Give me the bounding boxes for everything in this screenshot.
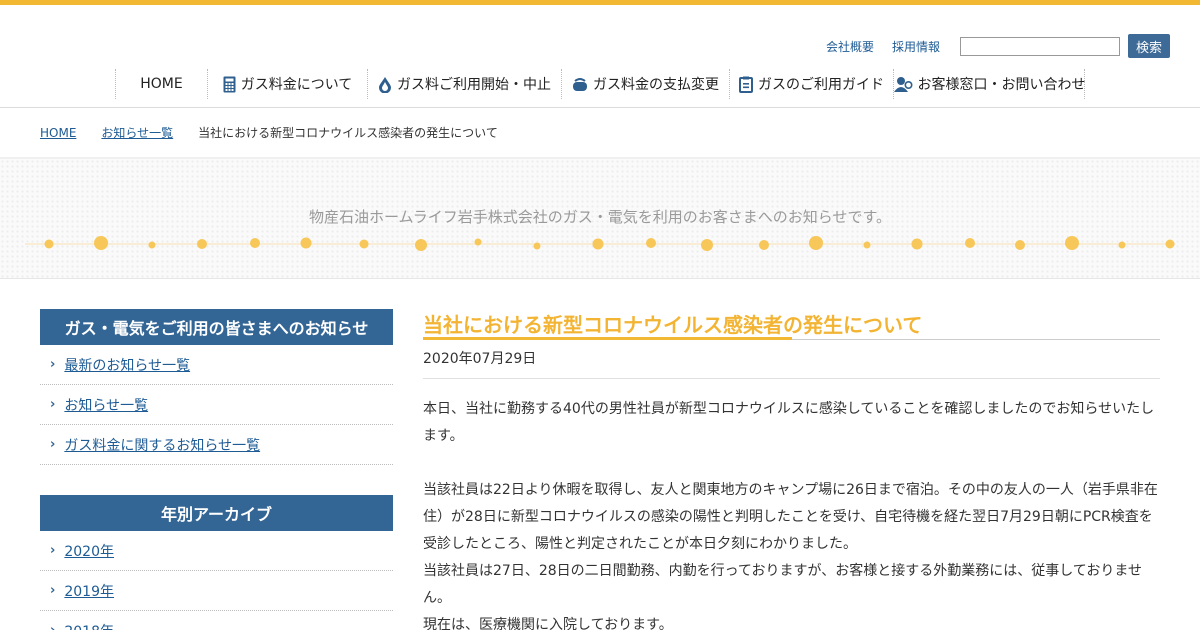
nav-item-payment-change[interactable]: ガス料金の支払変更 — [561, 69, 729, 99]
article-paragraph: 本日、当社に勤務する40代の男性社員が新型コロナウイルスに感染していることを確認… — [423, 401, 1155, 444]
sidebar-item-2019[interactable]: › 2019年 — [40, 571, 393, 611]
breadcrumb-list-link[interactable]: お知らせ一覧 — [101, 124, 173, 141]
clipboard-icon — [739, 76, 753, 93]
article-title: 当社における新型コロナウイルス感染者の発生について — [423, 309, 1160, 340]
user-icon — [893, 76, 913, 93]
sidebar-link[interactable]: 最新のお知らせ一覧 — [64, 355, 190, 375]
nav-item-contact[interactable]: お客様窓口・お問い合わせ — [893, 69, 1086, 99]
company-link[interactable]: 会社概要 — [826, 38, 874, 55]
sidebar: ガス・電気をご利用の皆さまへのお知らせ › 最新のお知らせ一覧 › お知らせ一覧… — [40, 309, 393, 630]
title-underline — [423, 337, 792, 340]
wallet-icon — [572, 77, 588, 92]
sidebar-link[interactable]: 2020年 — [64, 541, 114, 561]
breadcrumb: HOME お知らせ一覧 当社における新型コロナウイルス感染者の発生について — [0, 108, 1200, 159]
nav-label: ガス料金の支払変更 — [593, 77, 719, 93]
calculator-icon — [223, 76, 236, 93]
drop-icon — [378, 76, 392, 93]
chevron-right-icon: › — [50, 583, 56, 598]
nav-item-gas-rates[interactable]: ガス料金について — [207, 69, 367, 99]
sidebar-item-all-notices[interactable]: › お知らせ一覧 — [40, 385, 393, 425]
search-button[interactable]: 検索 — [1127, 34, 1170, 58]
article: 当社における新型コロナウイルス感染者の発生について 2020年07月29日 本日… — [423, 309, 1160, 630]
nav-item-usage-guide[interactable]: ガスのご利用ガイド — [729, 69, 893, 99]
article-body: 本日、当社に勤務する40代の男性社員が新型コロナウイルスに感染していることを確認… — [423, 379, 1160, 630]
nav-label: ガス料ご利用開始・中止 — [397, 77, 551, 93]
dotted-line-decoration — [25, 236, 1175, 251]
sidebar-item-latest[interactable]: › 最新のお知らせ一覧 — [40, 345, 393, 385]
sidebar-link[interactable]: お知らせ一覧 — [64, 395, 148, 415]
sidebar-item-rate-notices[interactable]: › ガス料金に関するお知らせ一覧 — [40, 425, 393, 465]
banner-text: 物産石油ホームライフ岩手株式会社のガス・電気を利用のお客さまへのお知らせです。 — [308, 208, 891, 226]
chevron-right-icon: › — [50, 397, 56, 412]
utility-nav: 会社概要 採用情報 検索 — [826, 34, 1170, 58]
chevron-right-icon: › — [50, 543, 56, 558]
chevron-right-icon: › — [50, 357, 56, 372]
page-banner: 物産石油ホームライフ岩手株式会社のガス・電気を利用のお客さまへのお知らせです。 — [0, 159, 1200, 279]
nav-item-start-stop[interactable]: ガス料ご利用開始・中止 — [367, 69, 561, 99]
sidebar-heading-notices: ガス・電気をご利用の皆さまへのお知らせ — [40, 309, 393, 345]
article-paragraph: 当該社員は27日、28日の二日間勤務、内勤を行っておりますが、お客様と接する外勤… — [423, 563, 1142, 606]
article-paragraph: 現在は、医療機関に入院しております。 — [423, 617, 673, 630]
recruit-link[interactable]: 採用情報 — [892, 38, 940, 55]
breadcrumb-home-link[interactable]: HOME — [40, 126, 76, 140]
article-title-text: 当社における新型コロナウイルス感染者の発生について — [423, 313, 923, 337]
sidebar-heading-archive: 年別アーカイブ — [40, 495, 393, 531]
article-date: 2020年07月29日 — [423, 340, 1160, 379]
sidebar-item-2018[interactable]: › 2018年 — [40, 611, 393, 630]
sidebar-link[interactable]: 2018年 — [64, 621, 114, 630]
nav-label: HOME — [140, 76, 183, 92]
sidebar-item-2020[interactable]: › 2020年 — [40, 531, 393, 571]
nav-label: ガス料金について — [240, 77, 353, 93]
sidebar-link[interactable]: 2019年 — [64, 581, 114, 601]
sidebar-link[interactable]: ガス料金に関するお知らせ一覧 — [64, 435, 260, 455]
chevron-right-icon: › — [50, 623, 55, 630]
site-header: 会社概要 採用情報 検索 HOME ガス料金について ガス料ご利用開始・中止 ガ… — [0, 5, 1200, 108]
nav-label: お客様窓口・お問い合わせ — [917, 77, 1086, 93]
nav-item-home[interactable]: HOME — [115, 69, 207, 99]
chevron-right-icon: › — [50, 437, 56, 452]
article-paragraph: 当該社員は22日より休暇を取得し、友人と関東地方のキャンプ場に26日まで宿泊。そ… — [423, 482, 1158, 552]
breadcrumb-current: 当社における新型コロナウイルス感染者の発生について — [198, 126, 498, 140]
nav-label: ガスのご利用ガイド — [758, 77, 884, 93]
global-nav: HOME ガス料金について ガス料ご利用開始・中止 ガス料金の支払変更 ガスのご… — [115, 69, 1086, 99]
search-input[interactable] — [959, 36, 1120, 56]
